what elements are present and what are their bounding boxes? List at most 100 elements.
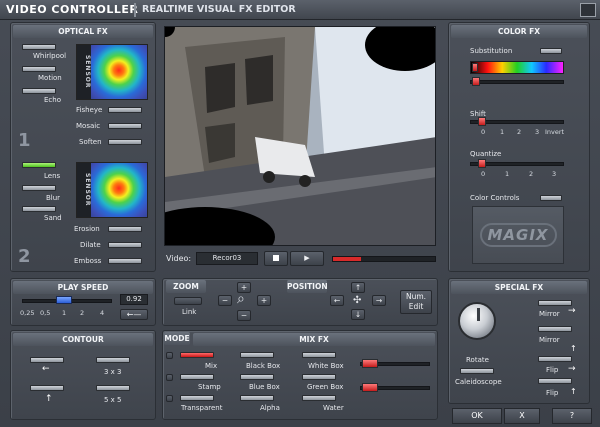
- contour-panel: CONTOUR: [10, 330, 156, 420]
- mix-label: Mix: [205, 362, 218, 370]
- stop-icon: [273, 255, 279, 261]
- position-left-button[interactable]: ←: [330, 295, 344, 306]
- color-controls-switch[interactable]: [540, 195, 562, 201]
- black-box-switch[interactable]: [240, 352, 274, 358]
- substitution-switch[interactable]: [540, 48, 562, 54]
- help-button[interactable]: ?: [552, 408, 592, 424]
- position-right-button[interactable]: →: [372, 295, 386, 306]
- alpha-switch[interactable]: [240, 395, 274, 401]
- emboss-switch[interactable]: [108, 258, 142, 264]
- contour-left-switch[interactable]: [30, 357, 64, 363]
- flip-switch-1[interactable]: [538, 356, 572, 362]
- contour-up-switch[interactable]: [30, 385, 64, 391]
- zoom-minus-left[interactable]: −: [218, 295, 232, 306]
- play-speed-knob[interactable]: [56, 296, 72, 304]
- flip-switch-2[interactable]: [538, 378, 572, 384]
- window-control-icon[interactable]: [580, 3, 596, 17]
- blue-box-switch[interactable]: [240, 374, 274, 380]
- rotate-knob[interactable]: [458, 302, 496, 340]
- move-icon[interactable]: ✣: [353, 295, 361, 306]
- soften-switch[interactable]: [108, 139, 142, 145]
- erosion-switch[interactable]: [108, 226, 142, 232]
- blur-switch[interactable]: [22, 185, 56, 191]
- erosion-label: Erosion: [74, 225, 100, 233]
- mirror-switch-1[interactable]: [538, 300, 572, 306]
- group-number-1: 1: [18, 130, 31, 151]
- position-track[interactable]: [332, 256, 436, 262]
- mode-radio-3[interactable]: [166, 395, 173, 402]
- title-separator: [134, 3, 136, 17]
- zoom-plus-right[interactable]: +: [257, 295, 271, 306]
- white-box-label: White Box: [308, 362, 344, 370]
- substitution-slider-knob[interactable]: [472, 77, 480, 86]
- mix-slider-2-knob[interactable]: [362, 383, 378, 392]
- app-subtitle: REALTIME VISUAL FX EDITOR: [142, 4, 296, 15]
- play-button[interactable]: ▶: [290, 251, 324, 266]
- lens-label: Lens: [44, 172, 61, 180]
- echo-switch[interactable]: [22, 88, 56, 94]
- play-speed-value[interactable]: 0.92: [120, 294, 148, 305]
- stop-button[interactable]: [264, 251, 288, 266]
- shift-knob[interactable]: [478, 117, 486, 126]
- mode-radio-1[interactable]: [166, 352, 173, 359]
- video-preview[interactable]: [164, 26, 436, 246]
- white-box-switch[interactable]: [302, 352, 336, 358]
- magnifier-icon[interactable]: ⌕: [237, 291, 245, 307]
- motion-switch[interactable]: [22, 66, 56, 72]
- alpha-label: Alpha: [260, 404, 280, 412]
- mix-switch[interactable]: [180, 352, 214, 358]
- fisheye-switch[interactable]: [108, 107, 142, 113]
- position-title: POSITION: [287, 280, 328, 293]
- mirror-label-2: Mirror: [539, 336, 560, 344]
- speed-reset-button[interactable]: ←—: [120, 309, 148, 320]
- mode-title: MODE: [164, 332, 190, 345]
- flip-label-1: Flip: [546, 366, 559, 374]
- sensor-label-1: SENSOR: [77, 45, 91, 99]
- speed-tick-4: 4: [100, 309, 105, 317]
- quantize-knob[interactable]: [478, 159, 486, 168]
- ok-button[interactable]: OK: [452, 408, 502, 424]
- caleidoscope-switch[interactable]: [460, 368, 494, 374]
- contour-5x5-switch[interactable]: [96, 385, 130, 391]
- stamp-switch[interactable]: [180, 374, 214, 380]
- num-edit-button[interactable]: Num. Edit: [400, 290, 432, 314]
- quantize-tick-1: 1: [505, 170, 510, 178]
- speed-tick-3: 2: [80, 309, 85, 317]
- sensor-pad-1[interactable]: SENSOR: [76, 44, 148, 100]
- recorder-field[interactable]: Recor03: [196, 252, 258, 265]
- video-frame-image: [165, 27, 435, 245]
- dilate-switch[interactable]: [108, 242, 142, 248]
- contour-title: CONTOUR: [13, 333, 153, 346]
- position-up-button[interactable]: ↑: [351, 282, 365, 293]
- sensor-pad-2[interactable]: SENSOR: [76, 162, 148, 218]
- lens-switch[interactable]: [22, 162, 56, 168]
- contour-3x3-switch[interactable]: [96, 357, 130, 363]
- mirror-switch-2[interactable]: [538, 326, 572, 332]
- speed-tick-0: 0,25: [20, 309, 35, 317]
- mix-slider-1-knob[interactable]: [362, 359, 378, 368]
- sand-label: Sand: [44, 214, 62, 222]
- cancel-button[interactable]: X: [504, 408, 540, 424]
- mode-radio-2[interactable]: [166, 374, 173, 381]
- whirlpool-switch[interactable]: [22, 44, 56, 50]
- mosaic-switch[interactable]: [108, 123, 142, 129]
- color-spectrum[interactable]: [470, 61, 564, 74]
- link-switch[interactable]: [174, 297, 202, 305]
- contour-up-arrow-icon: ↑: [45, 394, 53, 404]
- water-label: Water: [323, 404, 344, 412]
- play-speed-title: PLAY SPEED: [13, 281, 153, 294]
- position-down-button[interactable]: ↓: [351, 309, 365, 320]
- stamp-label: Stamp: [198, 383, 221, 391]
- transparent-switch[interactable]: [180, 395, 214, 401]
- substitution-track[interactable]: [470, 80, 564, 84]
- substitution-knob[interactable]: [472, 63, 478, 72]
- zoom-minus-bottom[interactable]: −: [237, 310, 251, 321]
- echo-label: Echo: [44, 96, 61, 104]
- play-icon: ▶: [304, 254, 310, 262]
- flip-up-arrow-icon: ↑: [570, 387, 577, 396]
- green-box-switch[interactable]: [302, 374, 336, 380]
- color-controls-label: Color Controls: [470, 194, 520, 202]
- water-switch[interactable]: [302, 395, 336, 401]
- sand-switch[interactable]: [22, 206, 56, 212]
- video-label: Video:: [166, 254, 192, 263]
